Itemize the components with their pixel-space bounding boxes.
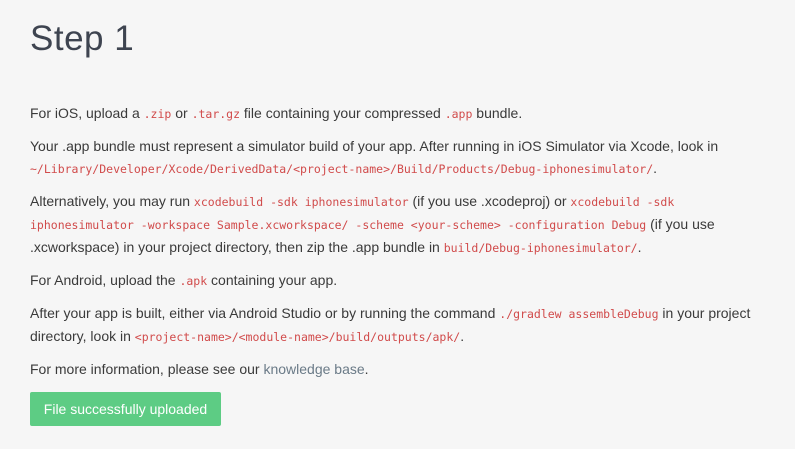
targz-code: .tar.gz (191, 107, 241, 121)
knowledge-base-link[interactable]: knowledge base (263, 361, 364, 377)
bundle-instructions: Your .app bundle must represent a simula… (30, 135, 767, 180)
page: Step 1 For iOS, upload a .zip or .tar.gz… (0, 0, 795, 449)
app-code: .app (444, 107, 473, 121)
gradle-command: ./gradlew assembleDebug (499, 307, 659, 321)
ios-text: For iOS, upload a (30, 105, 144, 121)
ios-text: bundle. (472, 105, 523, 121)
android-text: containing your app. (207, 272, 338, 288)
upload-status-button[interactable]: File successfully uploaded (30, 392, 221, 426)
built-text: After your app is built, either via Andr… (30, 305, 500, 321)
info-text: For more information, please see our (30, 361, 264, 377)
apk-code: .apk (179, 274, 208, 288)
ios-text: file containing your compressed (240, 105, 445, 121)
bundle-text: Your .app bundle must represent a simula… (30, 138, 719, 154)
alt-text: Alternatively, you may run (30, 193, 194, 209)
page-title: Step 1 (30, 19, 135, 58)
derived-data-path: ~/Library/Developer/Xcode/DerivedData/<p… (30, 162, 654, 176)
ios-text: or (171, 105, 192, 121)
alternative-instructions: Alternatively, you may run xcodebuild -s… (30, 190, 767, 259)
info-text: . (364, 361, 369, 377)
zip-code: .zip (143, 107, 172, 121)
more-info: For more information, please see our kno… (30, 358, 767, 380)
ios-instructions: For iOS, upload a .zip or .tar.gz file c… (30, 102, 767, 125)
xcodeproj-command: xcodebuild -sdk iphonesimulator (193, 195, 409, 209)
alt-text: . (637, 239, 642, 255)
alt-text: (if you use .xcodeproj) or (408, 193, 571, 209)
android-instructions: For Android, upload the .apk containing … (30, 269, 767, 292)
build-path: build/Debug-iphonesimulator/ (443, 241, 638, 255)
instructions: For iOS, upload a .zip or .tar.gz file c… (30, 102, 767, 426)
apk-output-path: <project-name>/<module-name>/build/outpu… (134, 330, 461, 344)
built-instructions: After your app is built, either via Andr… (30, 302, 767, 348)
built-text: . (460, 328, 465, 344)
android-text: For Android, upload the (30, 272, 180, 288)
bundle-text: . (653, 160, 658, 176)
